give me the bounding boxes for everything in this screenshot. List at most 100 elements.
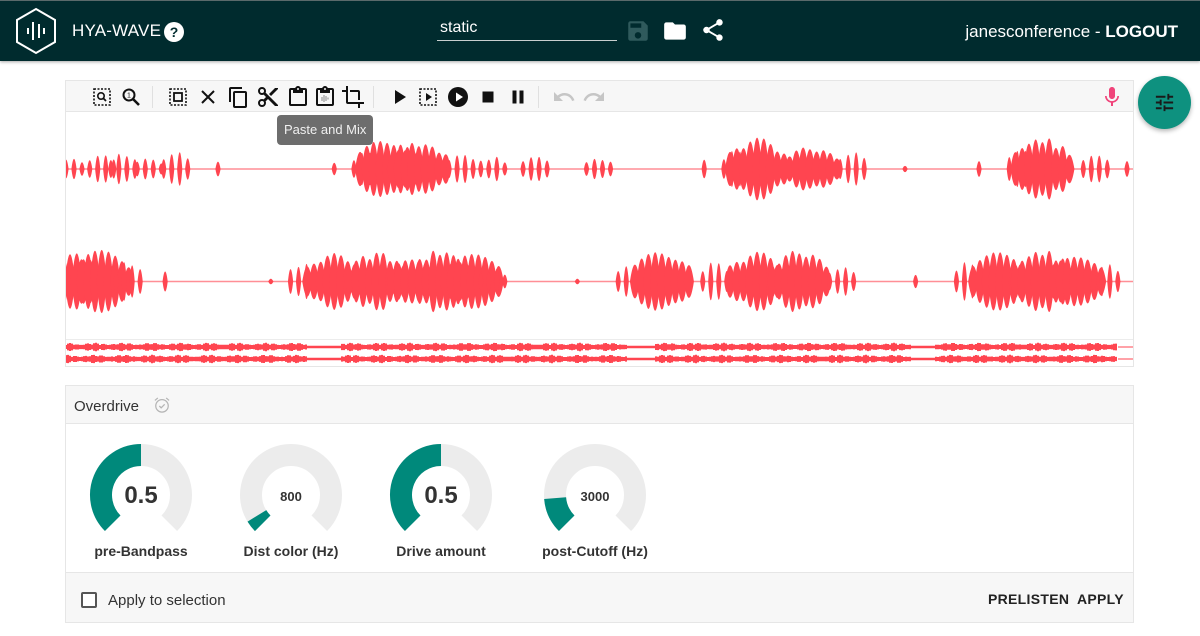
knob-pre-bandpass[interactable]: 0.5 pre-Bandpass bbox=[66, 442, 216, 572]
waveform-peak bbox=[607, 161, 614, 177]
waveform-peak bbox=[486, 159, 492, 179]
waveform-peak bbox=[615, 271, 621, 292]
waveform-peak bbox=[1088, 155, 1094, 183]
waveform-peak bbox=[161, 159, 167, 179]
waveform-track-2[interactable] bbox=[66, 224, 1133, 339]
undo-icon[interactable] bbox=[552, 85, 576, 109]
waveform-peak bbox=[185, 158, 191, 180]
select-all-icon[interactable] bbox=[166, 85, 190, 109]
waveform-peak bbox=[851, 271, 857, 292]
waveform-peak bbox=[701, 159, 707, 179]
knob-drive-amount[interactable]: 0.5 Drive amount bbox=[366, 442, 516, 572]
waveform-peak bbox=[902, 165, 908, 173]
username: janesconference bbox=[965, 22, 1091, 41]
waveform-peak bbox=[843, 267, 849, 296]
stop-icon[interactable] bbox=[476, 85, 500, 109]
waveform-track-3-stereo[interactable] bbox=[66, 341, 1133, 366]
effects-fab-button[interactable] bbox=[1138, 76, 1191, 129]
waveform-channel-left bbox=[66, 342, 1117, 352]
waveform-peak bbox=[162, 271, 168, 292]
microphone-icon[interactable] bbox=[1100, 85, 1124, 109]
waveform-peak bbox=[494, 156, 500, 182]
waveform-peak bbox=[591, 158, 598, 180]
waveform-channel-right bbox=[66, 354, 1117, 364]
waveform-peak bbox=[1124, 161, 1130, 177]
app-title: HYA-WAVE bbox=[72, 21, 162, 40]
waveform-editor: 1 Paste and Mix bbox=[65, 80, 1134, 367]
filename-input[interactable] bbox=[437, 15, 617, 41]
help-circle-icon[interactable]: ? bbox=[164, 22, 184, 42]
track-divider bbox=[66, 339, 1133, 340]
loop-play-icon[interactable] bbox=[446, 85, 470, 109]
play-icon[interactable] bbox=[387, 85, 411, 109]
apply-button[interactable]: APPLY bbox=[1077, 591, 1124, 607]
tooltip-paste-and-mix: Paste and Mix bbox=[277, 115, 374, 145]
waveform-peak bbox=[716, 263, 722, 300]
paste-mix-icon[interactable] bbox=[313, 85, 337, 109]
waveform-peak bbox=[142, 158, 148, 180]
prelisten-button[interactable]: PRELISTEN bbox=[988, 591, 1069, 607]
app-header: HYA-WAVE ? janesconference - LOGOUT bbox=[0, 0, 1200, 61]
waveform-peak bbox=[835, 269, 841, 294]
logout-button[interactable]: LOGOUT bbox=[1105, 22, 1178, 41]
knob-label: Drive amount bbox=[396, 543, 486, 559]
waveform-peak bbox=[623, 266, 629, 297]
zoom-selection-icon[interactable] bbox=[90, 85, 114, 109]
knob-value: 0.5 bbox=[124, 482, 158, 509]
waveform-peak bbox=[1107, 264, 1113, 299]
waveform-peak bbox=[544, 160, 550, 178]
waveform-peak bbox=[150, 159, 156, 179]
waveform-peak bbox=[536, 156, 542, 182]
knob-label: Dist color (Hz) bbox=[243, 543, 339, 559]
zoom-reset-icon[interactable]: 1 bbox=[119, 85, 143, 109]
waveform-peak bbox=[953, 270, 960, 293]
save-icon[interactable] bbox=[625, 18, 651, 44]
apply-to-selection-label: Apply to selection bbox=[108, 592, 226, 609]
waveform-peak bbox=[478, 160, 484, 178]
knob-value: 0.5 bbox=[424, 482, 458, 509]
delete-icon[interactable] bbox=[196, 85, 220, 109]
waveform-peak bbox=[700, 271, 706, 292]
knob-fill bbox=[247, 509, 271, 532]
waveform-peak bbox=[528, 157, 534, 181]
apply-to-selection-checkbox[interactable] bbox=[81, 592, 97, 608]
effect-panel-header: Overdrive bbox=[66, 386, 1133, 424]
waveform-peak bbox=[976, 161, 982, 177]
copy-icon[interactable] bbox=[226, 85, 250, 109]
waveform-peak bbox=[1115, 270, 1121, 293]
hya-wave-logo-icon[interactable] bbox=[14, 7, 58, 55]
waveform-peak bbox=[71, 158, 77, 180]
crop-icon[interactable] bbox=[341, 85, 365, 109]
alarm-check-icon[interactable] bbox=[152, 395, 172, 415]
waveform-peak bbox=[502, 162, 508, 176]
waveform-peak bbox=[961, 262, 968, 301]
toolbar-divider bbox=[538, 86, 539, 108]
cut-icon[interactable] bbox=[256, 85, 280, 109]
waveform-track-1[interactable] bbox=[66, 114, 1133, 224]
knob-label: post-Cutoff (Hz) bbox=[542, 543, 648, 559]
toolbar-divider bbox=[373, 86, 374, 108]
waveform-peak bbox=[1096, 155, 1102, 183]
waveform-peak bbox=[913, 274, 919, 289]
tune-sliders-icon bbox=[1155, 93, 1174, 112]
paste-icon[interactable] bbox=[286, 85, 310, 109]
knob-value: 800 bbox=[280, 489, 302, 504]
waveform-peak bbox=[502, 274, 508, 289]
folder-open-icon[interactable] bbox=[662, 18, 688, 44]
waveform-peak bbox=[116, 153, 122, 185]
share-icon[interactable] bbox=[700, 17, 726, 43]
knob-dist-color-hz[interactable]: 800 Dist color (Hz) bbox=[216, 442, 366, 572]
redo-icon[interactable] bbox=[582, 85, 606, 109]
waveform-peak bbox=[331, 162, 337, 176]
user-separator: - bbox=[1090, 22, 1106, 41]
waveform-peak bbox=[708, 262, 714, 301]
waveform-peak bbox=[137, 269, 143, 294]
play-selection-icon[interactable] bbox=[416, 85, 440, 109]
knob-post-cutoff-hz[interactable]: 3000 post-Cutoff (Hz) bbox=[520, 442, 670, 572]
waveform-peak bbox=[853, 152, 859, 186]
svg-text:1: 1 bbox=[127, 93, 131, 100]
knob-label: pre-Bandpass bbox=[94, 543, 188, 559]
waveform-peak bbox=[169, 154, 175, 184]
effect-panel-footer: Apply to selection PRELISTEN APPLY bbox=[66, 572, 1133, 622]
pause-icon[interactable] bbox=[506, 85, 530, 109]
